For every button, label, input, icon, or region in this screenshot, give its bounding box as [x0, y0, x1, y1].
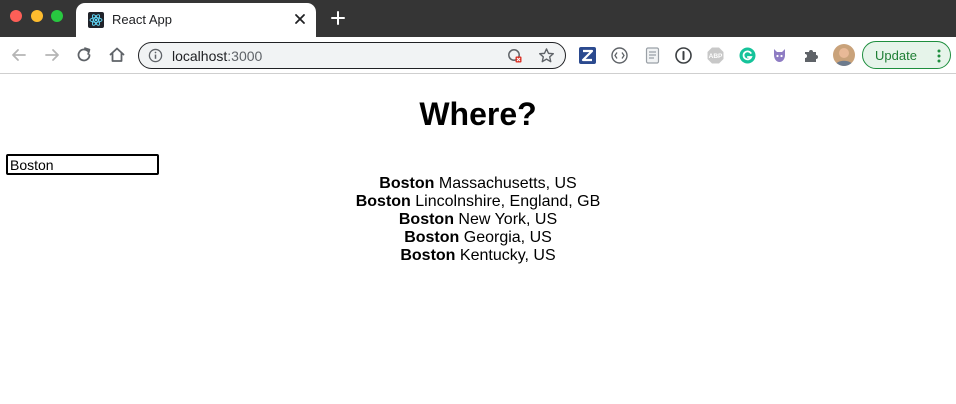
result-city: Boston: [404, 229, 460, 246]
forward-arrow-icon[interactable]: [42, 45, 62, 65]
svg-text:ABP: ABP: [709, 53, 723, 60]
result-place: Lincolnshire, England, GB: [415, 193, 601, 210]
result-city: Boston: [379, 175, 435, 192]
result-city: Boston: [398, 211, 454, 228]
update-label: Update: [875, 48, 917, 63]
site-info-icon[interactable]: [148, 48, 163, 63]
results-list: Boston Massachusetts, US Boston Lincolns…: [0, 175, 956, 265]
puzzle-icon[interactable]: [802, 46, 821, 65]
list-item[interactable]: Boston New York, US: [0, 211, 956, 229]
close-tab-icon[interactable]: [292, 11, 308, 27]
window-titlebar: React App: [0, 0, 956, 37]
maximize-window-button[interactable]: [51, 10, 63, 22]
blocked-content-icon[interactable]: [507, 48, 523, 64]
close-window-button[interactable]: [10, 10, 22, 22]
avatar-image: [833, 44, 855, 66]
address-url: localhost:3000: [172, 48, 262, 64]
back-arrow-icon[interactable]: [9, 45, 29, 65]
result-city: Boston: [355, 193, 411, 210]
browser-toolbar: localhost:3000 ABP Update: [0, 37, 956, 74]
result-place: Kentucky, US: [459, 247, 556, 264]
more-menu-icon[interactable]: [937, 49, 941, 63]
zotero-icon[interactable]: [578, 46, 597, 65]
tab-title: React App: [112, 12, 172, 27]
react-logo-icon: [88, 12, 104, 28]
grammarly-icon[interactable]: [738, 46, 757, 65]
list-item[interactable]: Boston Lincolnshire, England, GB: [0, 193, 956, 211]
list-item[interactable]: Boston Massachusetts, US: [0, 175, 956, 193]
octocat-icon[interactable]: [770, 46, 789, 65]
result-place: New York, US: [458, 211, 558, 228]
browser-tab[interactable]: React App: [76, 3, 316, 37]
avatar[interactable]: [833, 44, 855, 66]
bookmark-star-icon[interactable]: [538, 47, 555, 64]
page-content: Where? Boston Massachusetts, US Boston L…: [0, 75, 956, 404]
search-input[interactable]: [6, 154, 159, 175]
update-button[interactable]: Update: [862, 41, 951, 69]
url-port: :3000: [227, 48, 263, 64]
result-place: Georgia, US: [463, 229, 552, 246]
result-place: Massachusetts, US: [438, 175, 577, 192]
list-item[interactable]: Boston Kentucky, US: [0, 247, 956, 265]
onepassword-icon[interactable]: [674, 46, 693, 65]
adblock-plus-icon[interactable]: ABP: [706, 46, 725, 65]
result-city: Boston: [400, 247, 456, 264]
address-bar[interactable]: localhost:3000: [138, 42, 566, 69]
code-icon[interactable]: [610, 46, 629, 65]
reload-icon[interactable]: [74, 45, 94, 65]
home-icon[interactable]: [107, 45, 127, 65]
minimize-window-button[interactable]: [31, 10, 43, 22]
new-tab-icon[interactable]: [330, 10, 346, 26]
page-title: Where?: [419, 96, 537, 132]
doc-icon[interactable]: [643, 46, 662, 65]
list-item[interactable]: Boston Georgia, US: [0, 229, 956, 247]
url-host: localhost: [172, 48, 228, 64]
